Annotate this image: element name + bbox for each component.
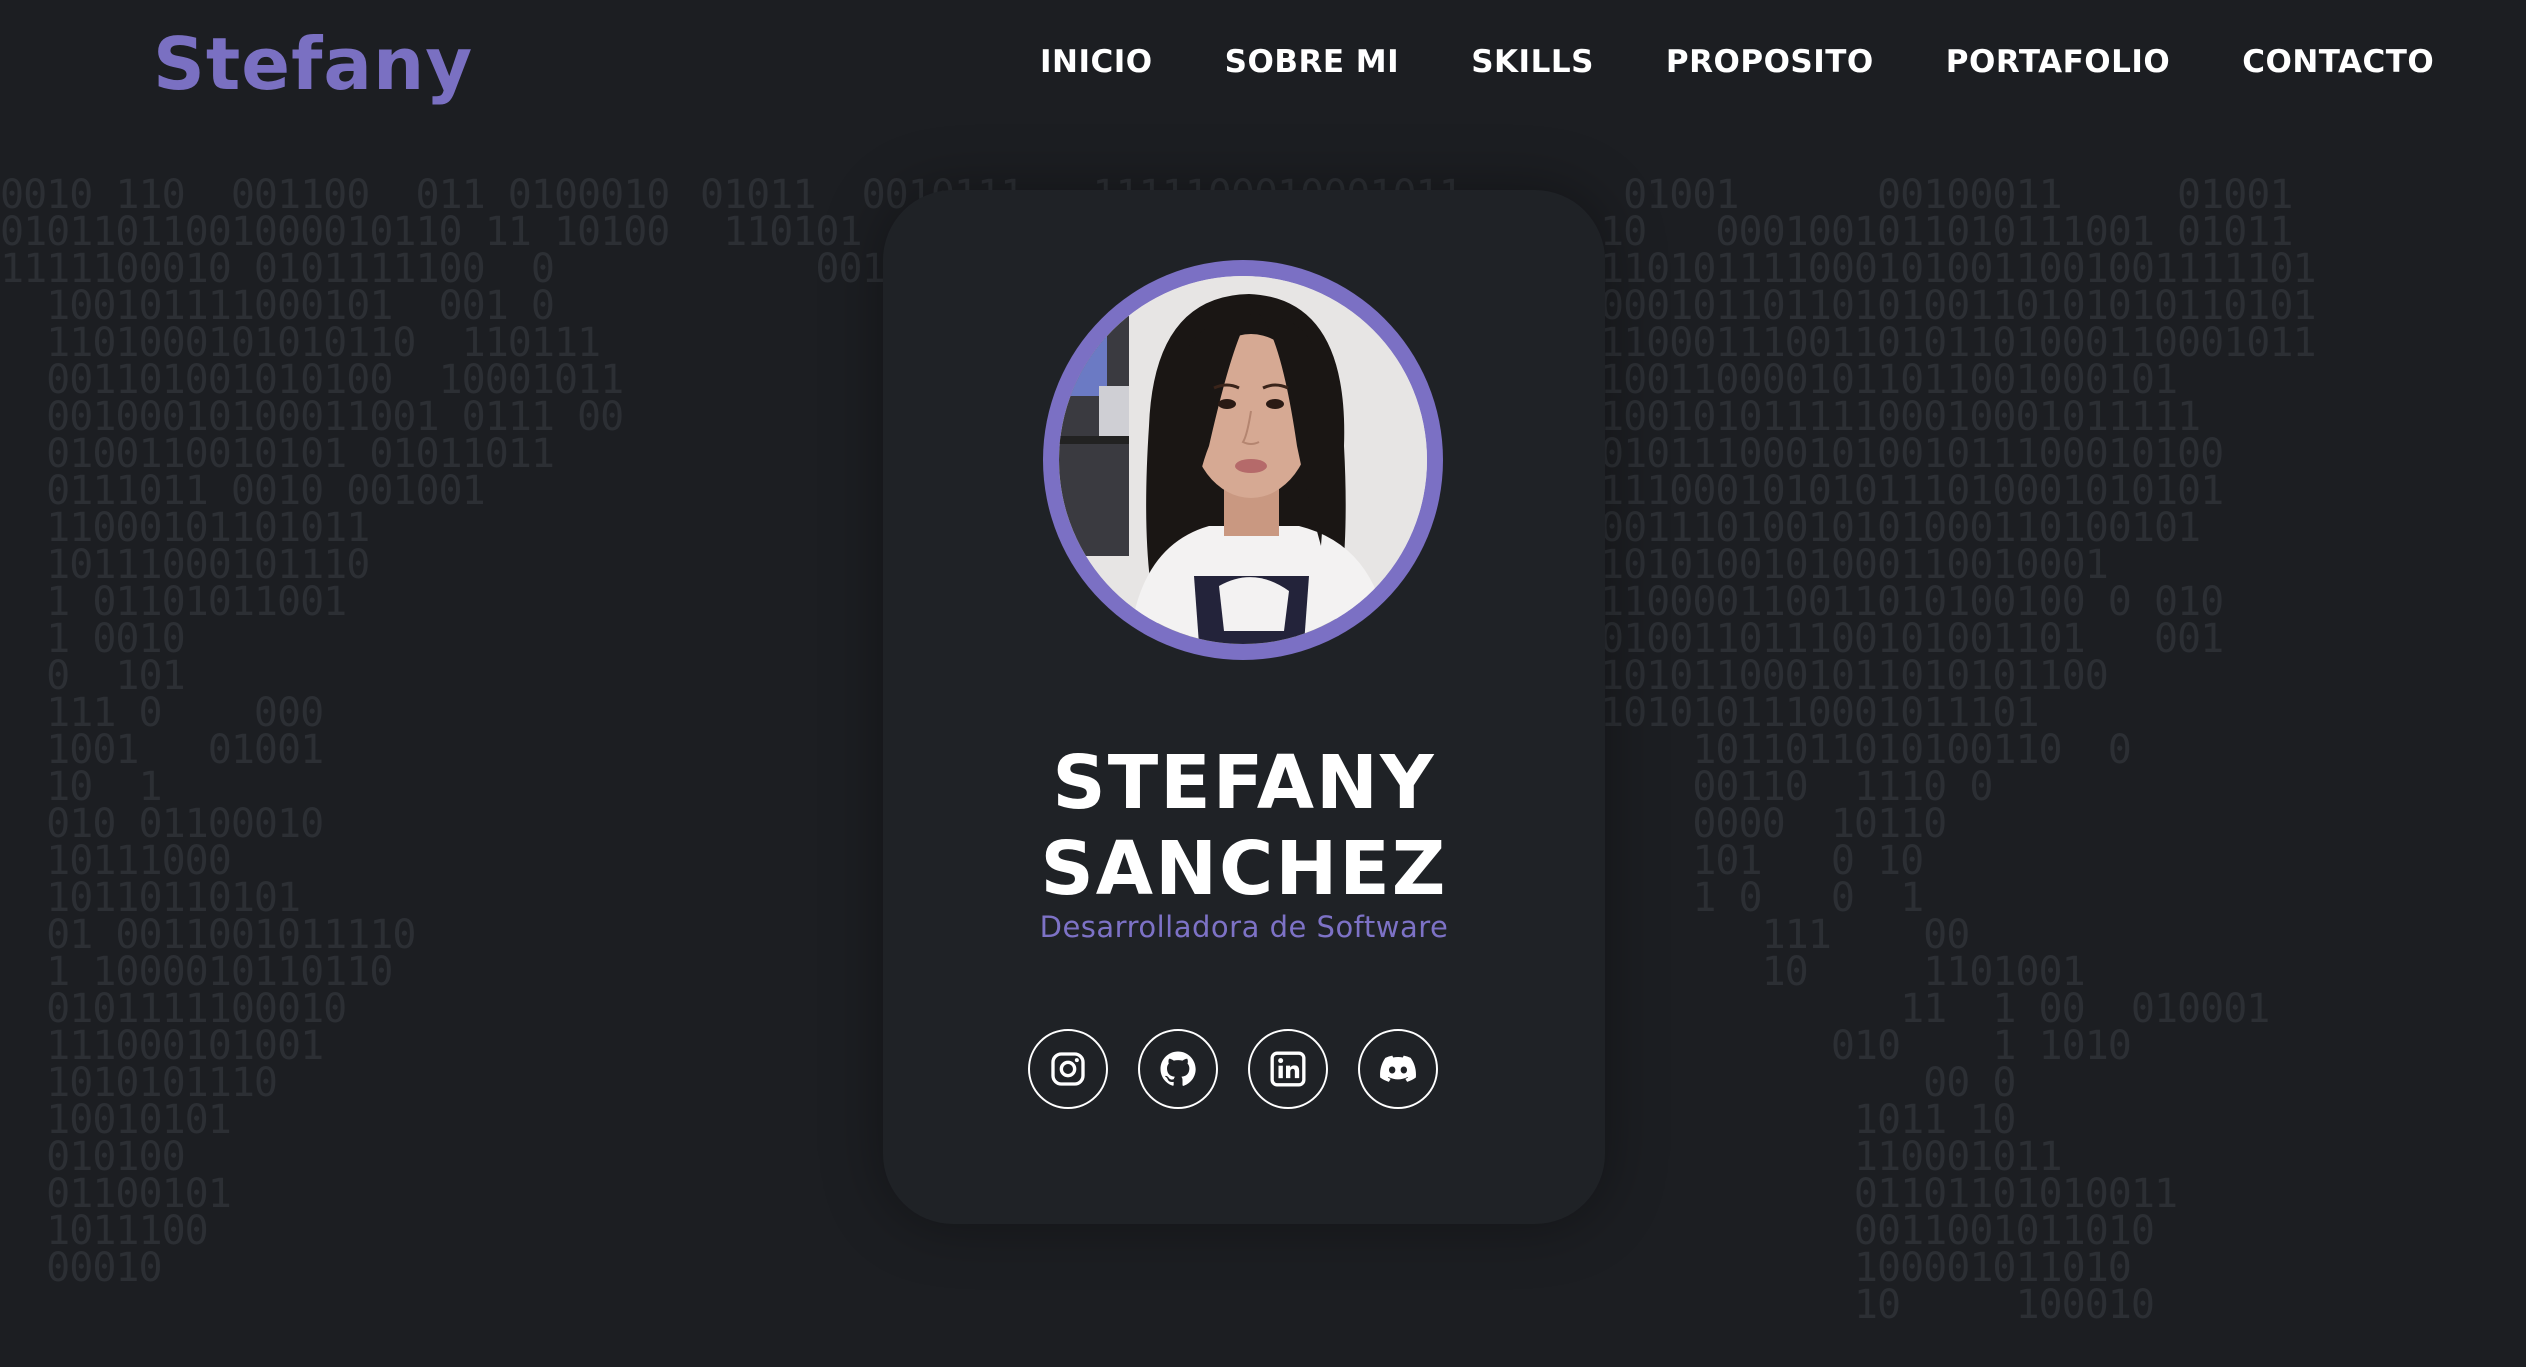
social-links: [1028, 1029, 1438, 1109]
nav-sobre-mi[interactable]: SOBRE MI: [1225, 44, 1400, 80]
github-icon: [1160, 1051, 1196, 1086]
instagram-icon: [1051, 1052, 1085, 1086]
profile-photo-illustration: [1059, 276, 1427, 644]
avatar: [1043, 260, 1443, 660]
profile-photo: [1059, 276, 1427, 644]
linkedin-button[interactable]: [1248, 1029, 1328, 1109]
github-button[interactable]: [1138, 1029, 1218, 1109]
instagram-button[interactable]: [1028, 1029, 1108, 1109]
header: Stefany INICIO SOBRE MI SKILLS PROPOSITO…: [0, 0, 2526, 140]
nav-inicio[interactable]: INICIO: [1040, 44, 1153, 80]
nav-proposito[interactable]: PROPOSITO: [1666, 44, 1874, 80]
discord-button[interactable]: [1358, 1029, 1438, 1109]
main-nav: INICIO SOBRE MI SKILLS PROPOSITO PORTAFO…: [1040, 44, 2434, 80]
profile-role: Desarrolladora de Software: [1039, 910, 1449, 944]
nav-contacto[interactable]: CONTACTO: [2242, 44, 2434, 80]
linkedin-icon: [1270, 1051, 1306, 1087]
nav-skills[interactable]: SKILLS: [1471, 44, 1594, 80]
nav-portafolio[interactable]: PORTAFOLIO: [1946, 44, 2170, 80]
profile-name-line2: SANCHEZ: [1040, 826, 1448, 912]
profile-name: STEFANY SANCHEZ: [883, 740, 1605, 912]
logo[interactable]: Stefany: [153, 22, 473, 106]
page: 0010 110 001100 011 0100010 010110110010…: [0, 0, 2526, 1367]
profile-name-line1: STEFANY: [1052, 740, 1436, 826]
discord-icon: [1380, 1055, 1416, 1082]
